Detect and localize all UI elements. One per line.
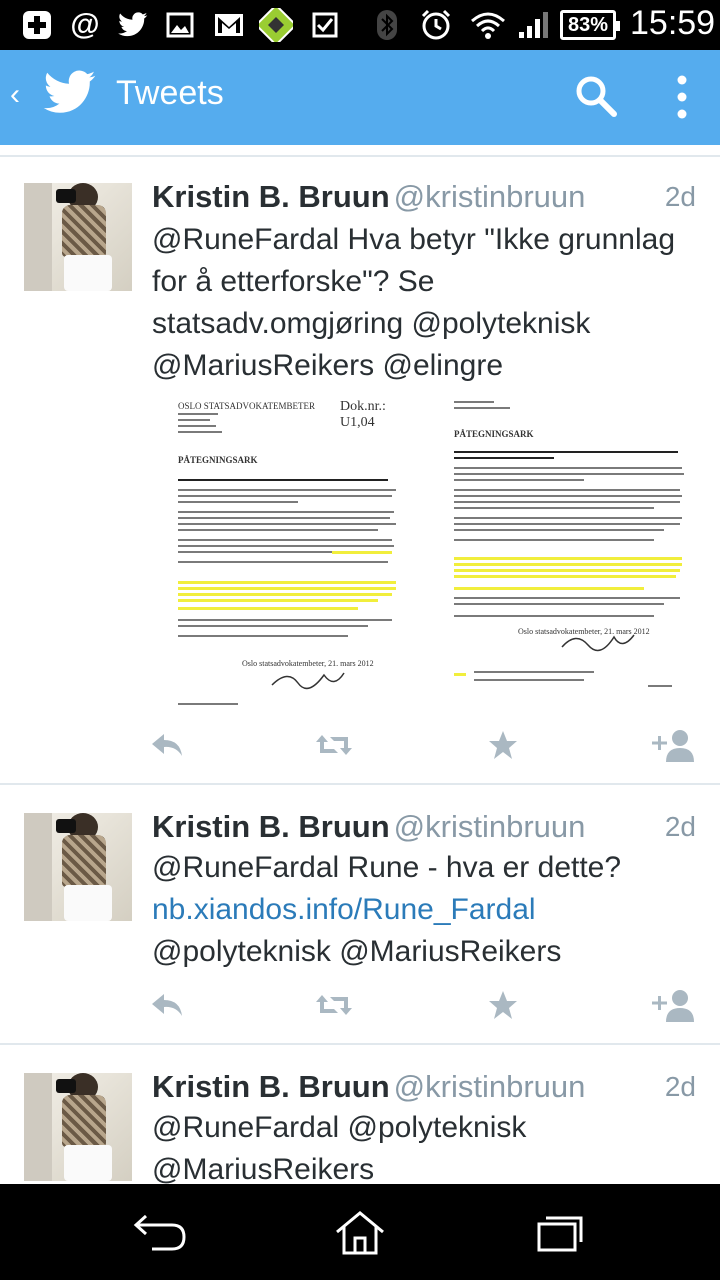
tweet-item[interactable]: Kristin B. Bruun @kristinbruun 2d @RuneFa…	[0, 1047, 720, 1184]
follow-user-icon[interactable]	[652, 725, 696, 765]
favorite-star-icon[interactable]	[488, 725, 518, 765]
twitter-bird-icon[interactable]	[42, 70, 98, 121]
back-chevron-icon[interactable]: ‹	[10, 78, 20, 112]
tweet-age: 2d	[664, 1071, 696, 1102]
tweet-item[interactable]: Kristin B. Bruun @kristinbruun 2d @RuneFa…	[0, 157, 720, 785]
overflow-menu-icon[interactable]	[672, 74, 692, 125]
author-handle: @kristinbruun	[393, 809, 586, 844]
navigation-bar	[0, 1184, 720, 1280]
author-handle: @kristinbruun	[393, 1069, 586, 1104]
tweet-age: 2d	[664, 811, 696, 842]
tweet-author[interactable]: Kristin B. Bruun @kristinbruun	[152, 1069, 585, 1105]
signal-icon	[516, 8, 550, 42]
bluetooth-icon	[374, 8, 400, 42]
favorite-star-icon[interactable]	[488, 985, 518, 1025]
page-title: Tweets	[116, 74, 224, 112]
tweet-author[interactable]: Kristin B. Bruun @kristinbruun	[152, 809, 585, 845]
recent-apps-icon[interactable]	[536, 1210, 584, 1259]
plus-app-icon	[22, 8, 52, 42]
attached-document-image[interactable]: PÅTEGNINGSARK Oslo statsadvokatembeter, …	[428, 397, 690, 707]
tweet-actions	[150, 985, 700, 1025]
checkbox-icon	[310, 8, 340, 42]
clock: 15:59	[630, 4, 716, 42]
author-name: Kristin B. Bruun	[152, 809, 390, 844]
tweet-text: @RuneFardal Hva betyr "Ikke grunnlag for…	[152, 223, 676, 382]
attached-document-image[interactable]: OSLO STATSADVOKATEMBETER Dok.nr.: U1,04 …	[172, 397, 404, 707]
tweet-item[interactable]: Kristin B. Bruun @kristinbruun 2d @RuneFa…	[0, 787, 720, 1045]
avatar[interactable]	[24, 813, 132, 921]
author-name: Kristin B. Bruun	[152, 1069, 390, 1104]
at-icon: @	[70, 8, 100, 41]
app-bar: ‹ Tweets	[0, 50, 720, 145]
author-name: Kristin B. Bruun	[152, 179, 390, 214]
avatar[interactable]	[24, 1073, 132, 1181]
image-icon	[164, 8, 196, 42]
retweet-icon[interactable]	[314, 985, 354, 1025]
avatar[interactable]	[24, 183, 132, 291]
tweet-age: 2d	[664, 181, 696, 212]
wifi-icon	[470, 8, 506, 42]
back-icon[interactable]	[132, 1210, 188, 1259]
reply-icon[interactable]	[150, 725, 184, 765]
tweet-actions	[150, 725, 700, 765]
author-handle: @kristinbruun	[393, 179, 586, 214]
follow-user-icon[interactable]	[652, 985, 696, 1025]
home-icon[interactable]	[334, 1210, 386, 1261]
tweet-link[interactable]: nb.xiandos.info/Rune_Fardal	[152, 889, 712, 931]
search-icon[interactable]	[574, 74, 618, 123]
retweet-icon[interactable]	[314, 725, 354, 765]
reply-icon[interactable]	[150, 985, 184, 1025]
status-bar: @ 83% 15:59	[0, 0, 720, 50]
app-icon	[258, 8, 294, 42]
tweet-text: @RuneFardal @polyteknisk @MariusReikers	[152, 1111, 527, 1184]
gmail-icon	[212, 8, 246, 42]
alarm-icon	[418, 8, 454, 42]
twitter-notification-icon	[116, 8, 150, 42]
tweet-author[interactable]: Kristin B. Bruun @kristinbruun	[152, 179, 585, 215]
battery-indicator: 83%	[560, 10, 620, 40]
tweet-text: @RuneFardal Rune - hva er dette? nb.xian…	[152, 847, 712, 973]
